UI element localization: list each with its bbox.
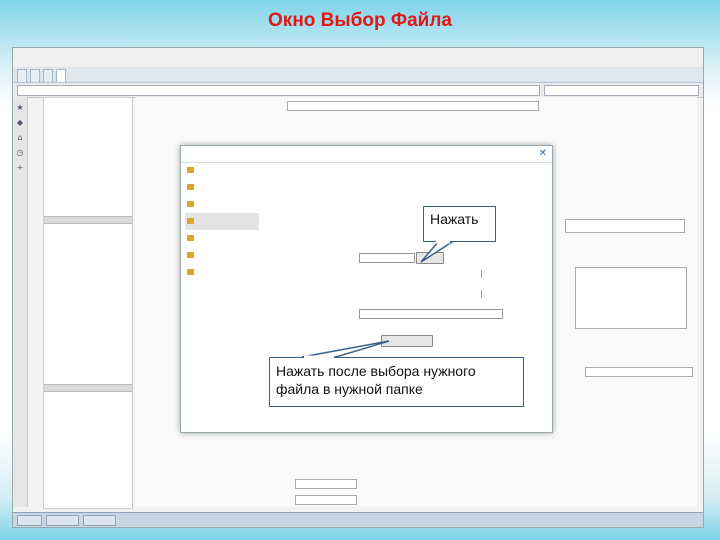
tree-item[interactable] bbox=[44, 158, 132, 170]
home-icon[interactable]: ⌂ bbox=[13, 133, 27, 142]
settings-block-header bbox=[44, 216, 132, 224]
slide-title: Окно Выбор Файла bbox=[268, 10, 452, 31]
tree-item[interactable] bbox=[44, 146, 132, 158]
tab-strip bbox=[13, 67, 703, 83]
group-select[interactable] bbox=[295, 495, 357, 505]
files-drop-area[interactable] bbox=[575, 267, 687, 329]
attachment-field[interactable] bbox=[359, 253, 415, 263]
taskbar-item[interactable] bbox=[17, 514, 43, 526]
folder-icon[interactable] bbox=[185, 179, 259, 196]
taskbar-item[interactable] bbox=[46, 514, 80, 526]
address-bar-row bbox=[13, 83, 703, 98]
taskbar bbox=[13, 512, 703, 527]
license-select[interactable] bbox=[359, 309, 503, 319]
select-field[interactable] bbox=[585, 367, 693, 377]
browser-tab[interactable] bbox=[30, 69, 40, 82]
bookmark-icon[interactable]: ★ bbox=[13, 103, 27, 112]
access-select[interactable] bbox=[295, 479, 357, 489]
folder-icon[interactable] bbox=[185, 247, 259, 264]
tree-item[interactable] bbox=[44, 182, 132, 194]
tree-item[interactable] bbox=[44, 134, 132, 146]
browse-button[interactable] bbox=[416, 252, 444, 264]
tree-item[interactable] bbox=[44, 122, 132, 134]
folder-icon[interactable] bbox=[185, 196, 259, 213]
address-field[interactable] bbox=[17, 84, 540, 96]
settings-list bbox=[44, 224, 132, 384]
menu-bar[interactable] bbox=[13, 58, 703, 67]
folder-icon[interactable] bbox=[185, 264, 259, 281]
repository-list bbox=[185, 162, 259, 281]
tree-item[interactable] bbox=[44, 110, 132, 122]
title-field[interactable] bbox=[287, 101, 539, 111]
author-field[interactable] bbox=[361, 290, 482, 298]
folder-icon[interactable] bbox=[185, 213, 259, 230]
browser-sidebar: ★ ◆ ⌂ ◷ + bbox=[13, 97, 28, 507]
tree-item[interactable] bbox=[44, 194, 132, 206]
add-block-header bbox=[44, 384, 132, 392]
tree-item[interactable] bbox=[44, 170, 132, 182]
dialog-header: ✕ bbox=[181, 146, 552, 163]
close-icon[interactable]: ✕ bbox=[539, 146, 547, 162]
callout-press-after: Нажать после выбора нужного файла в нужн… bbox=[269, 357, 524, 407]
callout-press: Нажать bbox=[423, 206, 496, 242]
file-area bbox=[565, 219, 685, 233]
save-as-field[interactable] bbox=[361, 270, 482, 278]
clock-icon[interactable]: ◷ bbox=[13, 148, 27, 157]
browser-tab-active[interactable] bbox=[56, 69, 66, 82]
taskbar-item[interactable] bbox=[83, 514, 117, 526]
folder-icon[interactable] bbox=[185, 162, 259, 179]
browser-tab[interactable] bbox=[17, 69, 27, 82]
window-titlebar bbox=[13, 48, 703, 58]
tree-item[interactable] bbox=[44, 98, 132, 110]
course-navigation bbox=[43, 97, 133, 509]
bookmark-icon[interactable]: ◆ bbox=[13, 118, 27, 127]
folder-icon[interactable] bbox=[185, 230, 259, 247]
plus-icon[interactable]: + bbox=[13, 163, 27, 172]
browser-tab[interactable] bbox=[43, 69, 53, 82]
upload-file-button[interactable] bbox=[381, 335, 433, 347]
search-field[interactable] bbox=[544, 84, 699, 96]
